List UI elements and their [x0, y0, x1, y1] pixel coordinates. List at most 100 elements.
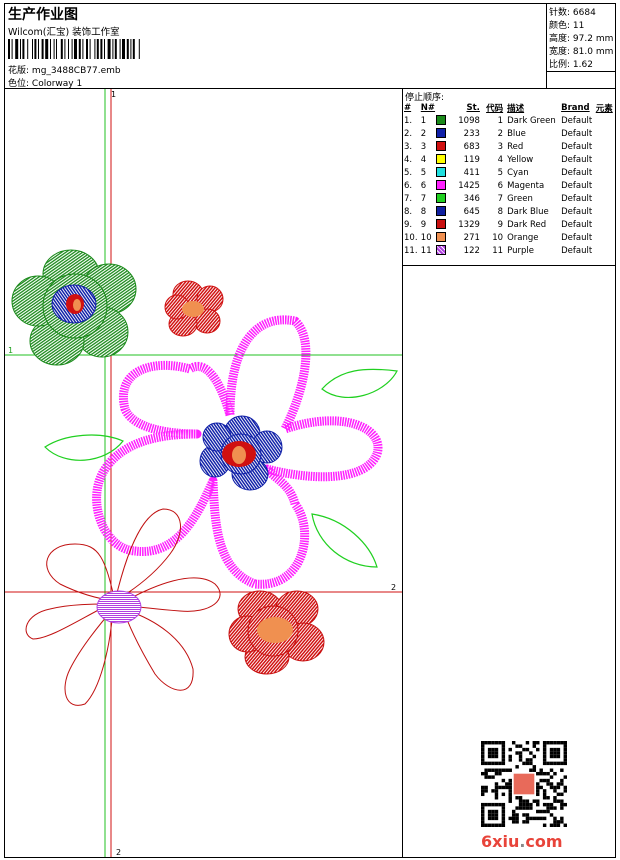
qr-module [487, 809, 492, 814]
color-swatch-box [436, 180, 447, 191]
stitch-count: 683 [463, 141, 480, 152]
site-watermark: 6xiu.com [481, 832, 563, 851]
qr-module [525, 741, 530, 745]
guide-marker-1-top: 1 [111, 90, 116, 99]
qr-module [481, 771, 485, 776]
qr-module [532, 765, 537, 769]
barcode-bar [53, 39, 55, 59]
qr-module [549, 775, 554, 779]
col-header-swatch [436, 102, 449, 114]
qr-module [491, 775, 495, 779]
barcode-bar [74, 39, 77, 59]
qr-module [487, 761, 492, 766]
stop-index: 6. [404, 180, 413, 191]
col-header-description: 描述 [507, 104, 525, 114]
barcode-bar [104, 39, 105, 59]
qr-module [560, 778, 564, 783]
barcode-bar [41, 39, 44, 59]
needle-number: 2 [420, 128, 427, 139]
qr-module [487, 775, 492, 779]
color-swatch-box [436, 206, 447, 217]
col-header-code: 代码 [486, 104, 504, 114]
barcode-bar [107, 39, 111, 59]
qr-module [518, 754, 523, 759]
qr-module [563, 744, 567, 748]
stitch-count: 411 [463, 167, 480, 178]
barcode-bar [68, 39, 69, 59]
qr-module [501, 823, 506, 827]
qr-module [556, 751, 561, 755]
color-swatch-box [436, 154, 447, 165]
barcode-bar [78, 39, 81, 59]
color-swatch-box [436, 141, 447, 152]
panel-divider [403, 265, 615, 266]
qr-module [511, 809, 516, 814]
qr-module [487, 754, 492, 759]
table-row: 2. 2 233 2 Blue Default [403, 127, 615, 140]
thread-brand: Default [561, 219, 593, 230]
stitch-count: 1425 [458, 180, 480, 191]
qr-module [518, 758, 523, 762]
qr-module [553, 816, 557, 821]
qr-module [494, 809, 499, 814]
qr-module [518, 799, 523, 803]
qr-module [556, 747, 561, 752]
qr-module [549, 754, 554, 759]
thread-brand: Default [561, 180, 593, 191]
qr-module [542, 751, 547, 755]
qr-module [481, 823, 485, 827]
qr-module [556, 782, 561, 786]
qr-module [498, 802, 502, 807]
table-row: 11. 11 122 11 Purple Default [403, 244, 615, 257]
qr-module [491, 823, 495, 827]
qr-module [563, 747, 567, 752]
qr-module [508, 747, 512, 752]
needle-number: 10 [420, 232, 432, 243]
qr-module [560, 792, 564, 797]
qr-module [522, 802, 526, 807]
qr-module [546, 796, 550, 800]
barcode-image [8, 39, 140, 59]
magenta-flower [92, 315, 383, 589]
element [596, 231, 615, 244]
qr-module [498, 823, 502, 827]
stitch-count: 1329 [458, 219, 480, 230]
qr-module [487, 768, 492, 772]
qr-module [532, 768, 537, 772]
qr-module [546, 782, 550, 786]
qr-module [487, 813, 492, 817]
qr-module [487, 747, 492, 752]
qr-module [491, 789, 495, 793]
design-file-row: 花版: mg_3488CB77.emb [8, 63, 121, 76]
qr-module [501, 741, 506, 745]
color-swatch-box [436, 232, 447, 243]
qr-module [546, 806, 550, 810]
qr-module [491, 816, 495, 821]
qr-module [484, 761, 488, 766]
needle-number: 7 [420, 193, 427, 204]
stop-index: 9. [404, 219, 413, 230]
col-header-stitches: St. [466, 103, 480, 113]
barcode-bar [86, 39, 88, 59]
qr-module [508, 792, 512, 797]
qr-module [525, 813, 530, 817]
stop-sequence-panel: 停止顺序: # N# St. 代码 描述 Brand 元素 1. 1 1098 1 Da… [403, 89, 615, 265]
thread-brand: Default [561, 115, 593, 126]
col-header-needle: N# [420, 103, 436, 113]
qr-module [529, 751, 533, 755]
qr-module [549, 813, 554, 817]
thread-brand: Default [561, 141, 593, 152]
qr-module [494, 771, 499, 776]
color-description: Dark Red [507, 219, 547, 230]
qr-module [529, 806, 533, 810]
table-row: 1. 1 1098 1 Dark Green Default [403, 114, 615, 127]
stats-box: 针数: 6684 颜色: 11 高度: 97.2 mm 宽度: 81.0 mm … [547, 4, 615, 72]
company-name: Wilcom(汇宝) 装饰工作室 [8, 27, 120, 38]
qr-module [481, 751, 485, 755]
table-row: 7. 7 346 7 Green Default [403, 192, 615, 205]
qr-module [515, 751, 519, 755]
qr-module [563, 751, 567, 755]
barcode-bar [82, 39, 84, 59]
qr-module [560, 741, 564, 745]
qr-module [505, 768, 509, 772]
